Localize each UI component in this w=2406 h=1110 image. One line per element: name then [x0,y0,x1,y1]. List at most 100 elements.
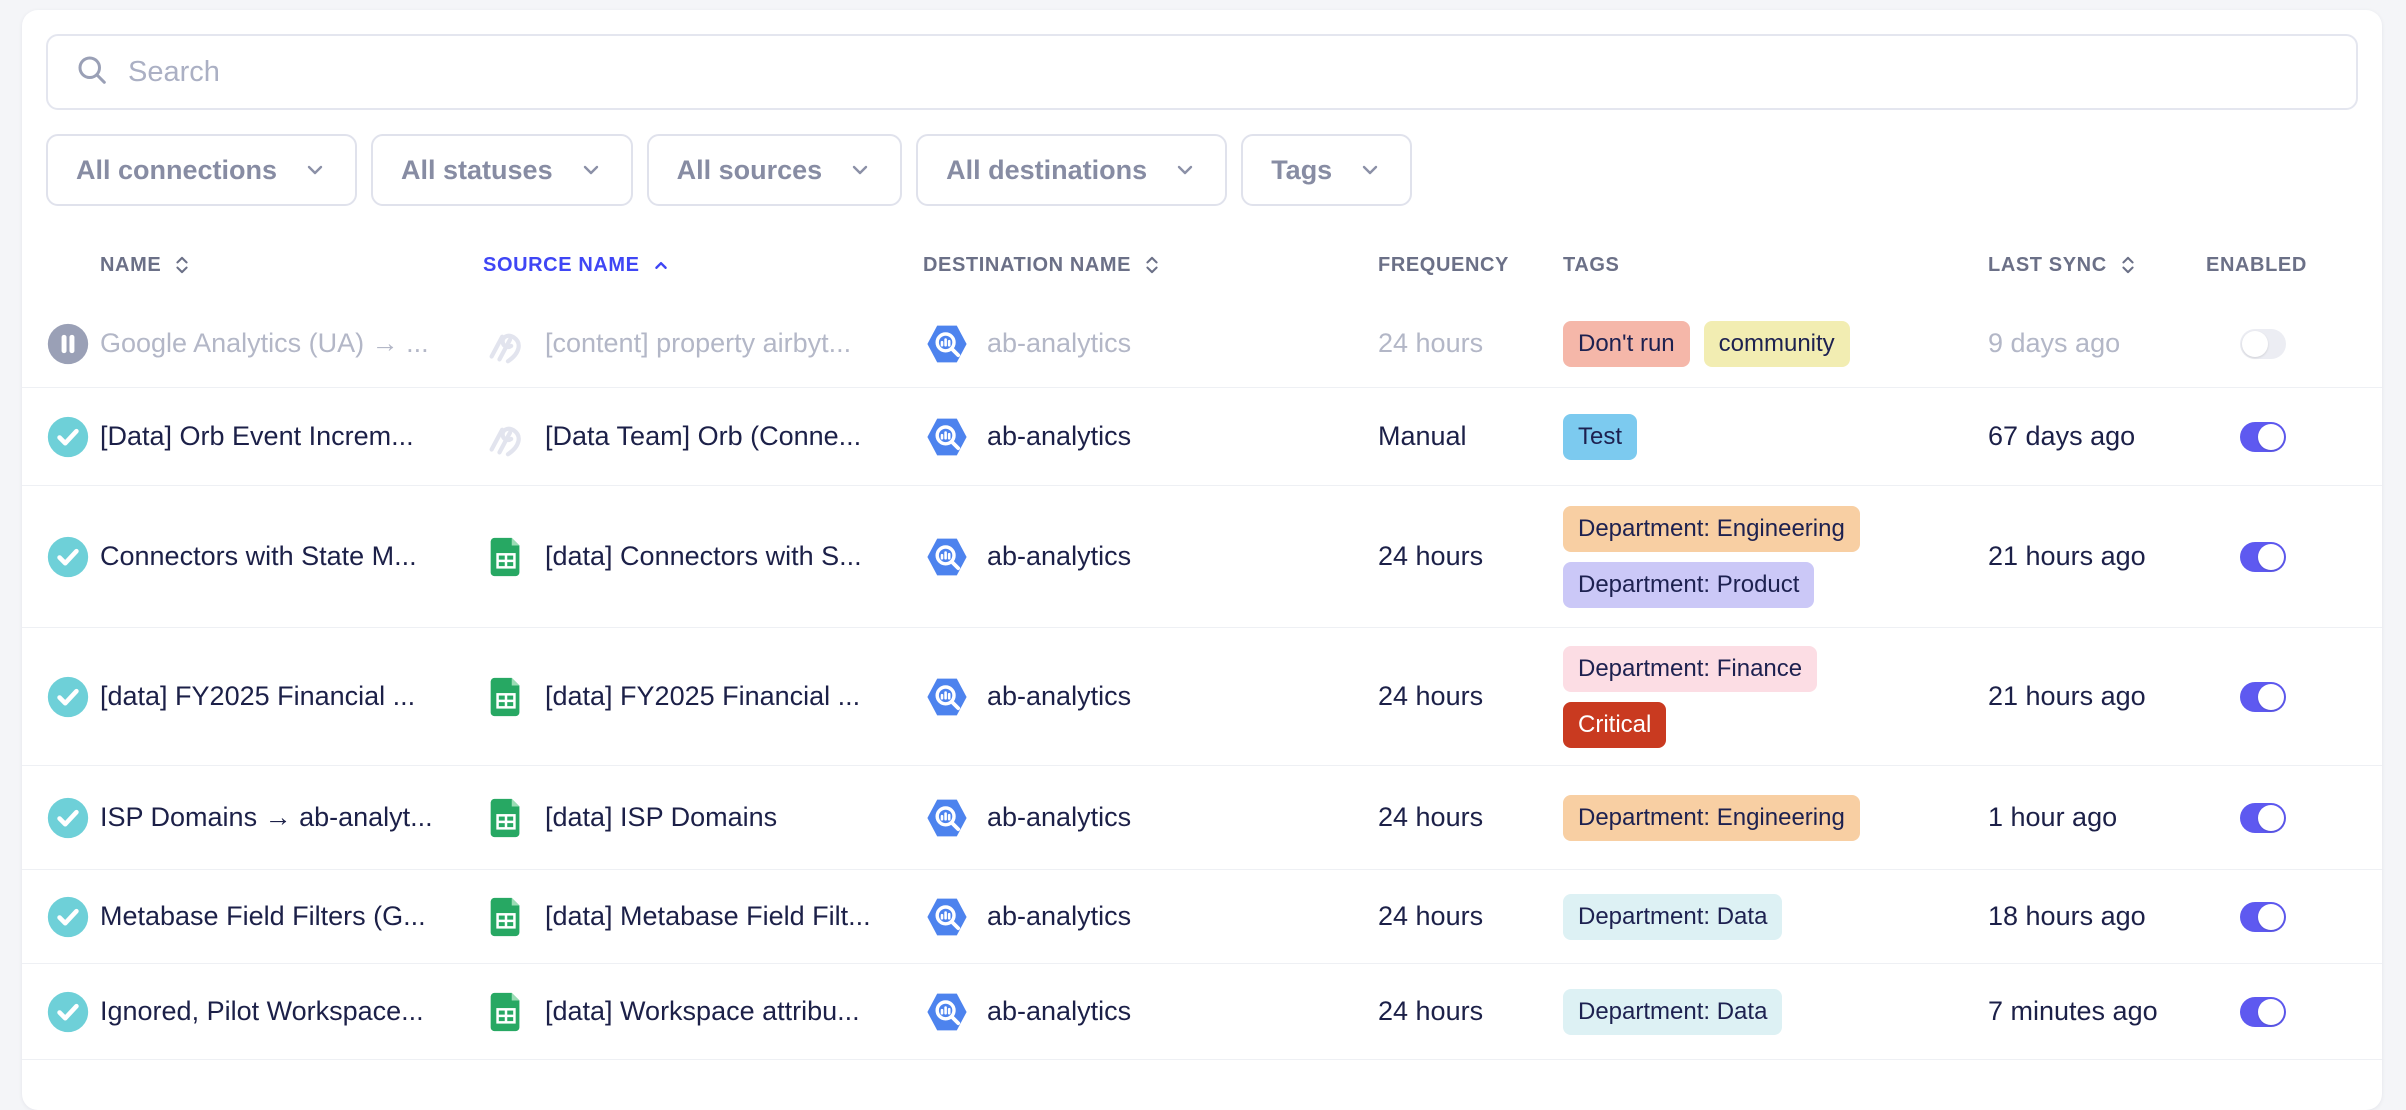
synced-icon [46,415,90,459]
connection-row[interactable]: Ignored, Pilot Workspace... [data] Works… [22,964,2382,1060]
frequency: 24 hours [1378,901,1483,931]
bigquery-icon [923,794,971,842]
column-header-source-name[interactable]: SOURCE NAME [483,254,672,277]
synced-icon [46,895,90,939]
google-sheets-icon [483,534,529,580]
source-name: [content] property airbyt... [545,328,851,359]
enabled-toggle[interactable] [2240,803,2286,833]
google-sheets-icon [483,989,529,1035]
connections-panel: All connections All statuses All sources… [22,10,2382,1110]
tag: Department: Data [1563,894,1782,940]
connection-row[interactable]: ISP Domains → ab-analyt... [data] ISP Do… [22,766,2382,870]
connection-name: [Data] Orb Event Increm... [100,421,414,451]
last-sync: 7 minutes ago [1988,996,2158,1026]
column-header-frequency: FREQUENCY [1378,254,1509,277]
airbyte-icon [483,414,529,460]
frequency: 24 hours [1378,681,1483,711]
bigquery-icon [923,413,971,461]
filter-label: All connections [76,155,277,186]
connection-name: Metabase Field Filters (G... [100,901,426,931]
destination-name: ab-analytics [987,681,1131,712]
frequency: 24 hours [1378,541,1483,571]
sort-icon [1141,254,1163,276]
filter-all-sources[interactable]: All sources [647,134,903,206]
chevron-down-icon [579,158,603,182]
sort-icon [171,254,193,276]
connection-name: Connectors with State M... [100,541,417,571]
connection-row[interactable]: Google Analytics (UA) → ... [content] pr… [22,300,2382,388]
source-name: [Data Team] Orb (Conne... [545,421,861,452]
toggle-knob [2258,999,2284,1025]
enabled-toggle[interactable] [2240,997,2286,1027]
destination-name: ab-analytics [987,421,1131,452]
table-header: NAME SOURCE NAME DESTINATION NAME FREQUE… [22,230,2382,300]
search-icon [74,52,110,93]
last-sync: 21 hours ago [1988,541,2146,571]
sort-icon [2117,254,2139,276]
tag: community [1704,321,1850,367]
bigquery-icon [923,320,971,368]
chevron-down-icon [848,158,872,182]
source-name: [data] Metabase Field Filt... [545,901,871,932]
filter-all-destinations[interactable]: All destinations [916,134,1227,206]
connection-name: ISP Domains → ab-analyt... [100,802,433,832]
filter-all-statuses[interactable]: All statuses [371,134,633,206]
tag: Test [1563,414,1637,460]
connection-row[interactable]: Metabase Field Filters (G... [data] Meta… [22,870,2382,964]
filter-all-connections[interactable]: All connections [46,134,357,206]
synced-icon [46,990,90,1034]
enabled-toggle[interactable] [2240,902,2286,932]
frequency: 24 hours [1378,328,1483,358]
filter-tags[interactable]: Tags [1241,134,1412,206]
filter-label: All destinations [946,155,1147,186]
synced-icon [46,675,90,719]
column-header-last-sync[interactable]: LAST SYNC [1988,254,2139,277]
search-bar [46,34,2358,110]
enabled-toggle[interactable] [2240,542,2286,572]
chevron-down-icon [303,158,327,182]
tag: Department: Finance [1563,646,1817,692]
column-header-name[interactable]: NAME [100,254,193,277]
source-name: [data] Connectors with S... [545,541,862,572]
last-sync: 9 days ago [1988,328,2120,358]
bigquery-icon [923,533,971,581]
google-sheets-icon [483,674,529,720]
google-sheets-icon [483,795,529,841]
bigquery-icon [923,893,971,941]
last-sync: 67 days ago [1988,421,2135,451]
connection-name: [data] FY2025 Financial ... [100,681,415,711]
connection-row[interactable]: [Data] Orb Event Increm... [Data Team] O… [22,388,2382,486]
bigquery-icon [923,673,971,721]
tag: Department: Engineering [1563,795,1860,841]
filter-label: All sources [677,155,823,186]
tag: Department: Engineering [1563,506,1860,552]
destination-name: ab-analytics [987,996,1131,1027]
destination-name: ab-analytics [987,802,1131,833]
synced-icon [46,535,90,579]
synced-icon [46,796,90,840]
source-name: [data] ISP Domains [545,802,777,833]
column-header-enabled: ENABLED [2206,254,2307,277]
toggle-knob [2258,805,2284,831]
connection-row[interactable]: [data] FY2025 Financial ... [data] FY202… [22,628,2382,766]
frequency: 24 hours [1378,996,1483,1026]
last-sync: 18 hours ago [1988,901,2146,931]
paused-icon [46,322,90,366]
tag: Department: Data [1563,989,1782,1035]
frequency: Manual [1378,421,1467,451]
column-header-destination-name[interactable]: DESTINATION NAME [923,254,1163,277]
tag: Department: Product [1563,562,1814,608]
destination-name: ab-analytics [987,901,1131,932]
toggle-knob [2258,684,2284,710]
toggle-knob [2258,544,2284,570]
enabled-toggle[interactable] [2240,682,2286,712]
connection-row[interactable]: Connectors with State M... [data] Connec… [22,486,2382,628]
enabled-toggle[interactable] [2240,422,2286,452]
toggle-knob [2258,424,2284,450]
search-input[interactable] [128,56,2330,89]
bigquery-icon [923,988,971,1036]
chevron-down-icon [1173,158,1197,182]
tag: Critical [1563,702,1666,748]
source-name: [data] FY2025 Financial ... [545,681,860,712]
enabled-toggle[interactable] [2240,329,2286,359]
